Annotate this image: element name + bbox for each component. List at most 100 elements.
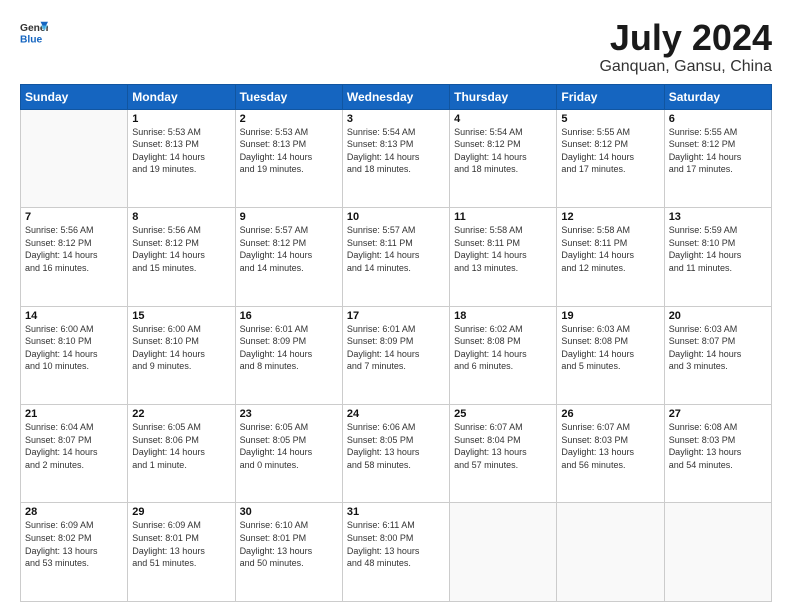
cell-details: Sunrise: 6:00 AM Sunset: 8:10 PM Dayligh… bbox=[132, 323, 230, 373]
cell-details: Sunrise: 6:11 AM Sunset: 8:00 PM Dayligh… bbox=[347, 519, 445, 569]
calendar-header-row: SundayMondayTuesdayWednesdayThursdayFrid… bbox=[21, 84, 772, 109]
date-number: 24 bbox=[347, 408, 445, 420]
date-number: 14 bbox=[25, 310, 123, 322]
date-number: 12 bbox=[561, 211, 659, 223]
calendar-header-monday: Monday bbox=[128, 84, 235, 109]
date-number: 29 bbox=[132, 506, 230, 518]
cell-details: Sunrise: 5:54 AM Sunset: 8:12 PM Dayligh… bbox=[454, 126, 552, 176]
cell-details: Sunrise: 6:05 AM Sunset: 8:06 PM Dayligh… bbox=[132, 421, 230, 471]
cell-details: Sunrise: 5:57 AM Sunset: 8:11 PM Dayligh… bbox=[347, 224, 445, 274]
calendar-week-3: 14Sunrise: 6:00 AM Sunset: 8:10 PM Dayli… bbox=[21, 306, 772, 404]
date-number: 13 bbox=[669, 211, 767, 223]
date-number: 30 bbox=[240, 506, 338, 518]
calendar-cell: 2Sunrise: 5:53 AM Sunset: 8:13 PM Daylig… bbox=[235, 109, 342, 207]
calendar-cell: 13Sunrise: 5:59 AM Sunset: 8:10 PM Dayli… bbox=[664, 208, 771, 306]
calendar-header-wednesday: Wednesday bbox=[342, 84, 449, 109]
cell-details: Sunrise: 6:03 AM Sunset: 8:08 PM Dayligh… bbox=[561, 323, 659, 373]
calendar-cell: 15Sunrise: 6:00 AM Sunset: 8:10 PM Dayli… bbox=[128, 306, 235, 404]
calendar-cell bbox=[450, 503, 557, 602]
subtitle: Ganquan, Gansu, China bbox=[599, 58, 772, 76]
cell-details: Sunrise: 6:06 AM Sunset: 8:05 PM Dayligh… bbox=[347, 421, 445, 471]
title-block: July 2024 Ganquan, Gansu, China bbox=[599, 18, 772, 76]
date-number: 7 bbox=[25, 211, 123, 223]
date-number: 18 bbox=[454, 310, 552, 322]
date-number: 28 bbox=[25, 506, 123, 518]
date-number: 26 bbox=[561, 408, 659, 420]
cell-details: Sunrise: 6:01 AM Sunset: 8:09 PM Dayligh… bbox=[240, 323, 338, 373]
calendar-table: SundayMondayTuesdayWednesdayThursdayFrid… bbox=[20, 84, 772, 602]
cell-details: Sunrise: 5:54 AM Sunset: 8:13 PM Dayligh… bbox=[347, 126, 445, 176]
calendar-cell: 21Sunrise: 6:04 AM Sunset: 8:07 PM Dayli… bbox=[21, 405, 128, 503]
date-number: 3 bbox=[347, 113, 445, 125]
cell-details: Sunrise: 5:53 AM Sunset: 8:13 PM Dayligh… bbox=[132, 126, 230, 176]
calendar-cell: 17Sunrise: 6:01 AM Sunset: 8:09 PM Dayli… bbox=[342, 306, 449, 404]
calendar-cell bbox=[21, 109, 128, 207]
cell-details: Sunrise: 5:56 AM Sunset: 8:12 PM Dayligh… bbox=[25, 224, 123, 274]
date-number: 19 bbox=[561, 310, 659, 322]
calendar-cell bbox=[664, 503, 771, 602]
cell-details: Sunrise: 6:09 AM Sunset: 8:02 PM Dayligh… bbox=[25, 519, 123, 569]
calendar-cell: 19Sunrise: 6:03 AM Sunset: 8:08 PM Dayli… bbox=[557, 306, 664, 404]
calendar-cell: 27Sunrise: 6:08 AM Sunset: 8:03 PM Dayli… bbox=[664, 405, 771, 503]
cell-details: Sunrise: 6:04 AM Sunset: 8:07 PM Dayligh… bbox=[25, 421, 123, 471]
calendar-cell: 9Sunrise: 5:57 AM Sunset: 8:12 PM Daylig… bbox=[235, 208, 342, 306]
cell-details: Sunrise: 5:55 AM Sunset: 8:12 PM Dayligh… bbox=[561, 126, 659, 176]
calendar-cell: 28Sunrise: 6:09 AM Sunset: 8:02 PM Dayli… bbox=[21, 503, 128, 602]
calendar-cell: 6Sunrise: 5:55 AM Sunset: 8:12 PM Daylig… bbox=[664, 109, 771, 207]
calendar-cell: 20Sunrise: 6:03 AM Sunset: 8:07 PM Dayli… bbox=[664, 306, 771, 404]
cell-details: Sunrise: 6:07 AM Sunset: 8:03 PM Dayligh… bbox=[561, 421, 659, 471]
date-number: 16 bbox=[240, 310, 338, 322]
calendar-cell: 25Sunrise: 6:07 AM Sunset: 8:04 PM Dayli… bbox=[450, 405, 557, 503]
main-title: July 2024 bbox=[599, 18, 772, 58]
calendar-cell: 4Sunrise: 5:54 AM Sunset: 8:12 PM Daylig… bbox=[450, 109, 557, 207]
calendar-cell: 1Sunrise: 5:53 AM Sunset: 8:13 PM Daylig… bbox=[128, 109, 235, 207]
cell-details: Sunrise: 6:08 AM Sunset: 8:03 PM Dayligh… bbox=[669, 421, 767, 471]
calendar-cell: 7Sunrise: 5:56 AM Sunset: 8:12 PM Daylig… bbox=[21, 208, 128, 306]
date-number: 20 bbox=[669, 310, 767, 322]
page-header: General Blue July 2024 Ganquan, Gansu, C… bbox=[20, 18, 772, 76]
calendar-header-thursday: Thursday bbox=[450, 84, 557, 109]
cell-details: Sunrise: 6:00 AM Sunset: 8:10 PM Dayligh… bbox=[25, 323, 123, 373]
cell-details: Sunrise: 6:09 AM Sunset: 8:01 PM Dayligh… bbox=[132, 519, 230, 569]
cell-details: Sunrise: 6:07 AM Sunset: 8:04 PM Dayligh… bbox=[454, 421, 552, 471]
calendar-cell: 26Sunrise: 6:07 AM Sunset: 8:03 PM Dayli… bbox=[557, 405, 664, 503]
calendar-cell: 31Sunrise: 6:11 AM Sunset: 8:00 PM Dayli… bbox=[342, 503, 449, 602]
cell-details: Sunrise: 6:05 AM Sunset: 8:05 PM Dayligh… bbox=[240, 421, 338, 471]
calendar-week-2: 7Sunrise: 5:56 AM Sunset: 8:12 PM Daylig… bbox=[21, 208, 772, 306]
calendar-header-saturday: Saturday bbox=[664, 84, 771, 109]
cell-details: Sunrise: 5:56 AM Sunset: 8:12 PM Dayligh… bbox=[132, 224, 230, 274]
calendar-header-sunday: Sunday bbox=[21, 84, 128, 109]
cell-details: Sunrise: 6:02 AM Sunset: 8:08 PM Dayligh… bbox=[454, 323, 552, 373]
calendar-cell: 5Sunrise: 5:55 AM Sunset: 8:12 PM Daylig… bbox=[557, 109, 664, 207]
calendar-week-4: 21Sunrise: 6:04 AM Sunset: 8:07 PM Dayli… bbox=[21, 405, 772, 503]
calendar-cell: 14Sunrise: 6:00 AM Sunset: 8:10 PM Dayli… bbox=[21, 306, 128, 404]
calendar-cell: 22Sunrise: 6:05 AM Sunset: 8:06 PM Dayli… bbox=[128, 405, 235, 503]
date-number: 8 bbox=[132, 211, 230, 223]
date-number: 5 bbox=[561, 113, 659, 125]
date-number: 25 bbox=[454, 408, 552, 420]
calendar-cell: 16Sunrise: 6:01 AM Sunset: 8:09 PM Dayli… bbox=[235, 306, 342, 404]
cell-details: Sunrise: 6:03 AM Sunset: 8:07 PM Dayligh… bbox=[669, 323, 767, 373]
date-number: 17 bbox=[347, 310, 445, 322]
date-number: 23 bbox=[240, 408, 338, 420]
cell-details: Sunrise: 6:10 AM Sunset: 8:01 PM Dayligh… bbox=[240, 519, 338, 569]
date-number: 27 bbox=[669, 408, 767, 420]
calendar-cell: 11Sunrise: 5:58 AM Sunset: 8:11 PM Dayli… bbox=[450, 208, 557, 306]
date-number: 1 bbox=[132, 113, 230, 125]
svg-text:Blue: Blue bbox=[20, 34, 43, 45]
calendar-header-tuesday: Tuesday bbox=[235, 84, 342, 109]
calendar-cell: 24Sunrise: 6:06 AM Sunset: 8:05 PM Dayli… bbox=[342, 405, 449, 503]
cell-details: Sunrise: 5:57 AM Sunset: 8:12 PM Dayligh… bbox=[240, 224, 338, 274]
date-number: 22 bbox=[132, 408, 230, 420]
date-number: 10 bbox=[347, 211, 445, 223]
cell-details: Sunrise: 5:58 AM Sunset: 8:11 PM Dayligh… bbox=[561, 224, 659, 274]
date-number: 9 bbox=[240, 211, 338, 223]
calendar-header-friday: Friday bbox=[557, 84, 664, 109]
calendar-cell: 8Sunrise: 5:56 AM Sunset: 8:12 PM Daylig… bbox=[128, 208, 235, 306]
cell-details: Sunrise: 6:01 AM Sunset: 8:09 PM Dayligh… bbox=[347, 323, 445, 373]
calendar-cell: 23Sunrise: 6:05 AM Sunset: 8:05 PM Dayli… bbox=[235, 405, 342, 503]
logo-icon: General Blue bbox=[20, 18, 48, 46]
calendar-cell: 30Sunrise: 6:10 AM Sunset: 8:01 PM Dayli… bbox=[235, 503, 342, 602]
date-number: 15 bbox=[132, 310, 230, 322]
cell-details: Sunrise: 5:59 AM Sunset: 8:10 PM Dayligh… bbox=[669, 224, 767, 274]
